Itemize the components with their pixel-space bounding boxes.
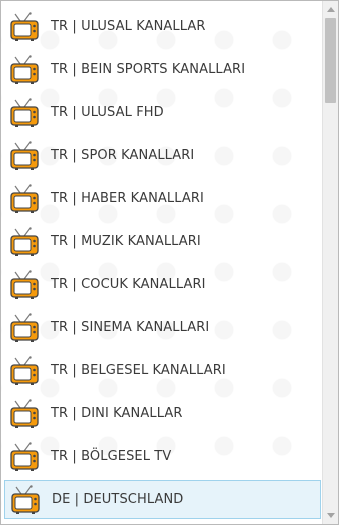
channel-label: TR | SINEMA KANALLARI [51, 320, 210, 335]
channel-label: TR | MUZIK KANALLARI [51, 234, 201, 249]
channel-item[interactable]: TR | HABER KANALLARI [4, 179, 321, 218]
channel-list-panel: TR | ULUSAL KANALLAR TR | BEIN SPORTS KA… [0, 0, 339, 525]
channel-item[interactable]: TR | BÖLGESEL TV [4, 437, 321, 476]
channel-item[interactable]: TR | ULUSAL KANALLAR [4, 7, 321, 46]
channel-item[interactable]: TR | DINI KANALLAR [4, 394, 321, 433]
channel-label: TR | ULUSAL KANALLAR [51, 19, 206, 34]
channel-label: TR | HABER KANALLARI [51, 191, 204, 206]
tv-icon [9, 441, 41, 472]
channel-label: TR | ULUSAL FHD [51, 105, 164, 120]
channel-label: TR | SPOR KANALLARI [51, 148, 195, 163]
channel-label: TR | COCUK KANALLARI [51, 277, 206, 292]
scroll-up-arrow-icon[interactable] [323, 1, 338, 18]
tv-icon [9, 226, 41, 257]
tv-icon [9, 312, 41, 343]
channel-item[interactable]: TR | ULUSAL FHD [4, 93, 321, 132]
tv-icon [9, 183, 41, 214]
tv-icon [9, 398, 41, 429]
tv-icon [9, 269, 41, 300]
tv-icon [9, 97, 41, 128]
channel-item[interactable]: TR | SINEMA KANALLARI [4, 308, 321, 347]
channel-label: DE | DEUTSCHLAND [52, 492, 184, 507]
tv-icon [9, 11, 41, 42]
channel-item[interactable]: TR | COCUK KANALLARI [4, 265, 321, 304]
channel-label: TR | DINI KANALLAR [51, 406, 183, 421]
scroll-down-arrow-icon[interactable] [323, 507, 338, 524]
tv-icon [9, 355, 41, 386]
tv-icon [9, 54, 41, 85]
tv-icon [9, 140, 41, 171]
channel-list: TR | ULUSAL KANALLAR TR | BEIN SPORTS KA… [1, 1, 322, 524]
vertical-scrollbar[interactable] [322, 1, 338, 524]
channel-item[interactable]: TR | BELGESEL KANALLARI [4, 351, 321, 390]
tv-icon [10, 484, 42, 515]
channel-item[interactable]: TR | BEIN SPORTS KANALLARI [4, 50, 321, 89]
channel-label: TR | BÖLGESEL TV [51, 449, 172, 464]
channel-label: TR | BEIN SPORTS KANALLARI [51, 62, 246, 77]
channel-label: TR | BELGESEL KANALLARI [51, 363, 226, 378]
scrollbar-thumb[interactable] [325, 18, 336, 103]
channel-item-selected[interactable]: DE | DEUTSCHLAND [4, 480, 321, 519]
channel-item[interactable]: TR | SPOR KANALLARI [4, 136, 321, 175]
channel-item[interactable]: TR | MUZIK KANALLARI [4, 222, 321, 261]
